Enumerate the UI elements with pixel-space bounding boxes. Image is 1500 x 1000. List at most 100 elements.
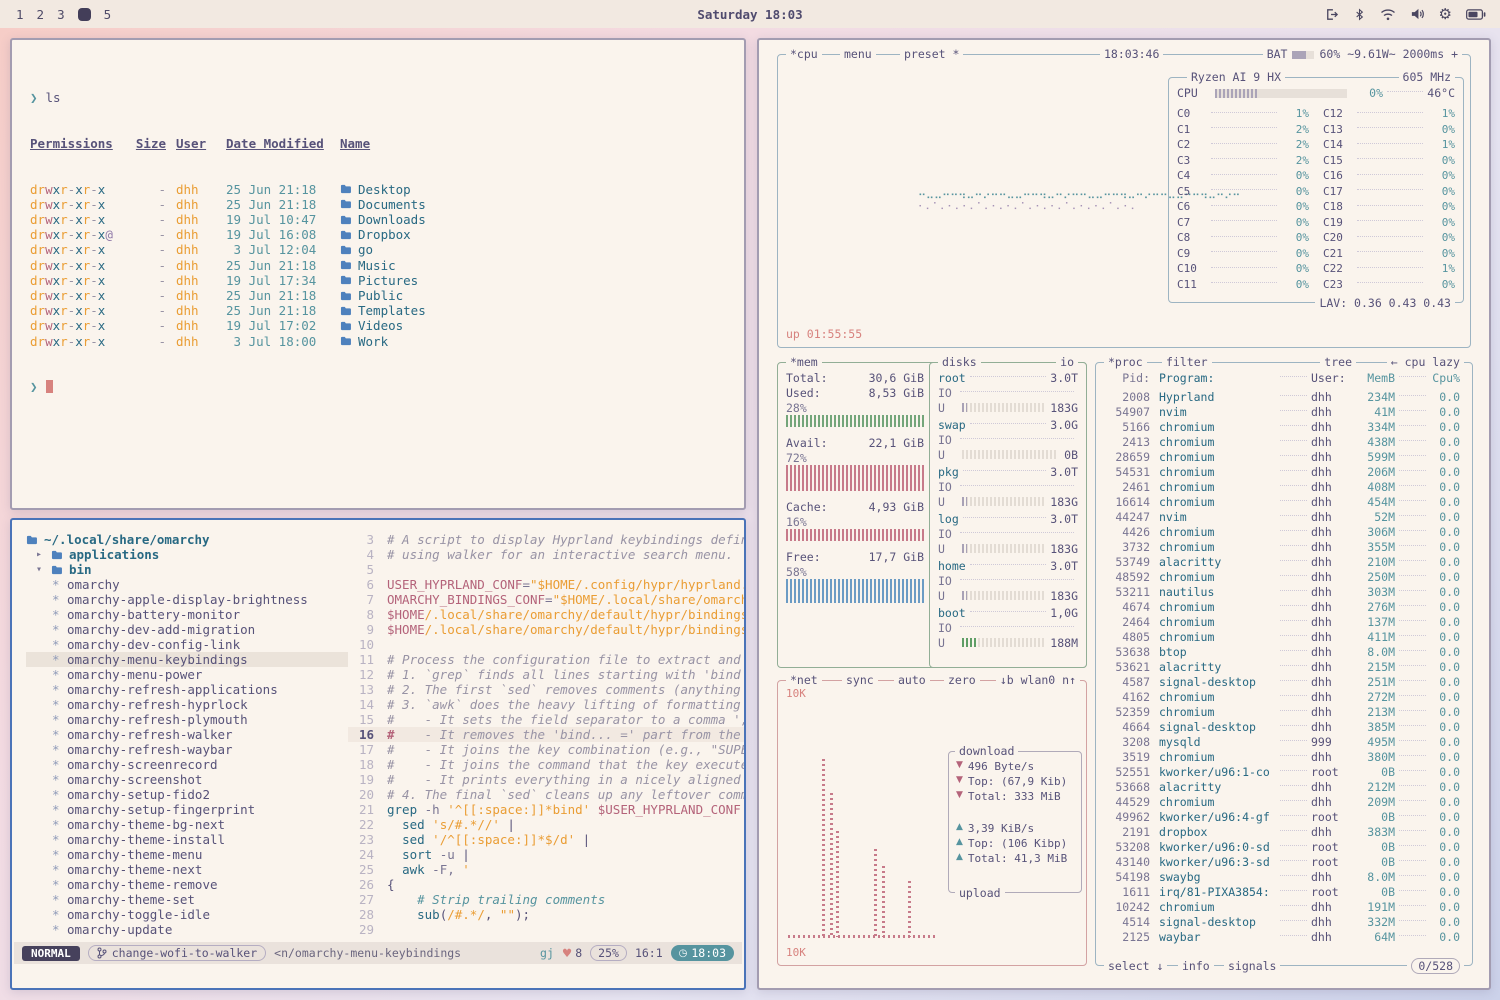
process-row[interactable]: 54198swaybgdhh8.0M0.0 [1104,869,1460,884]
process-row[interactable]: 3519chromiumdhh380M0.0 [1104,749,1460,764]
process-row[interactable]: 4426chromiumdhh306M0.0 [1104,524,1460,539]
network-interface[interactable]: ↓b wlan0 n↑ [996,673,1080,687]
process-row[interactable]: 43140kworker/u96:3-sdroot0B0.0 [1104,854,1460,869]
tab-menu[interactable]: menu [840,47,876,61]
tree-item-omarchy-theme-next[interactable]: *omarchy-theme-next [26,862,348,877]
button-signals[interactable]: signals [1224,959,1280,973]
tab-mem[interactable]: *mem [786,355,822,369]
process-row[interactable]: 49962kworker/u96:4-gfroot0B0.0 [1104,809,1460,824]
process-row[interactable]: 52359chromiumdhh213M0.0 [1104,704,1460,719]
tab-disks[interactable]: disks [938,355,981,369]
tab-proc[interactable]: *proc [1104,355,1147,369]
tree-item-omarchy-battery-monitor[interactable]: *omarchy-battery-monitor [26,607,348,622]
tree-item-omarchy-theme-remove[interactable]: *omarchy-theme-remove [26,877,348,892]
tree-item-omarchy-theme-set[interactable]: *omarchy-theme-set [26,892,348,907]
process-row[interactable]: 5166chromiumdhh334M0.0 [1104,419,1460,434]
tree-item-omarchy[interactable]: *omarchy [26,577,348,592]
tab-net[interactable]: *net [786,673,822,687]
tree-item-omarchy-dev-config-link[interactable]: *omarchy-dev-config-link [26,637,348,652]
process-row[interactable]: 53211nautilusdhh303M0.0 [1104,584,1460,599]
tree-item-applications[interactable]: ▸applications [26,547,348,562]
process-row[interactable]: 2008Hyprlanddhh234M0.0 [1104,389,1460,404]
tree-item-omarchy-screenrecord[interactable]: *omarchy-screenrecord [26,757,348,772]
btop-window[interactable]: *cpu menu preset * 18:03:46 BAT60% ~9.61… [757,38,1491,990]
tree-item-omarchy-menu-keybindings[interactable]: *omarchy-menu-keybindings [26,652,348,667]
tree-item-omarchy-update[interactable]: *omarchy-update [26,922,348,937]
upload-arrow-icon: ▲ [956,837,963,852]
process-row[interactable]: 4664signal-desktopdhh385M0.0 [1104,719,1460,734]
process-row[interactable]: 52551kworker/u96:1-coroot0B0.0 [1104,764,1460,779]
chevron-right-icon: ▸ [36,547,45,562]
process-row[interactable]: 2461chromiumdhh408M0.0 [1104,479,1460,494]
process-row[interactable]: 54531chromiumdhh206M0.0 [1104,464,1460,479]
tree-item-omarchy-refresh-applications[interactable]: *omarchy-refresh-applications [26,682,348,697]
process-row[interactable]: 2413chromiumdhh438M0.0 [1104,434,1460,449]
tab-zero[interactable]: zero [944,673,980,687]
tree-item-omarchy-dev-add-migration[interactable]: *omarchy-dev-add-migration [26,622,348,637]
cpu-core-C13: C130% [1323,122,1455,138]
process-row[interactable]: 10242chromiumdhh191M0.0 [1104,899,1460,914]
code-editor-panel[interactable]: 3# A script to display Hyprland keybindi… [348,520,744,940]
process-row[interactable]: 4805chromiumdhh411M0.0 [1104,629,1460,644]
tree-item-omarchy-theme-install[interactable]: *omarchy-theme-install [26,832,348,847]
tree-item-omarchy-toggle-idle[interactable]: *omarchy-toggle-idle [26,907,348,922]
terminal-window[interactable]: ❯ ls Permissions Size User Date Modified… [10,38,746,510]
tree-item-omarchy-setup-fido2[interactable]: *omarchy-setup-fido2 [26,787,348,802]
process-row[interactable]: 16614chromiumdhh454M0.0 [1104,494,1460,509]
tab-auto[interactable]: auto [894,673,930,687]
process-row[interactable]: 48592chromiumdhh250M0.0 [1104,569,1460,584]
process-row[interactable]: 53638btopdhh8.0M0.0 [1104,644,1460,659]
tab-io[interactable]: io [1056,355,1078,369]
process-row[interactable]: 53621alacrittydhh215M0.0 [1104,659,1460,674]
tree-item-omarchy-menu-power[interactable]: *omarchy-menu-power [26,667,348,682]
tab-sync[interactable]: sync [842,673,878,687]
tree-item-omarchy-refresh-waybar[interactable]: *omarchy-refresh-waybar [26,742,348,757]
neovim-window[interactable]: ~/.local/share/omarchy ▸applications▾bin… [10,518,746,990]
tab-tree[interactable]: tree [1320,355,1356,369]
process-row[interactable]: 53668alacrittydhh212M0.0 [1104,779,1460,794]
process-row[interactable]: 44247nvimdhh52M0.0 [1104,509,1460,524]
process-row[interactable]: 54907nvimdhh41M0.0 [1104,404,1460,419]
code-line-21: 21grep -h '^[[:space:]]*bind' $USER_HYPR… [348,802,744,817]
tree-item-omarchy-refresh-plymouth[interactable]: *omarchy-refresh-plymouth [26,712,348,727]
tree-item-omarchy-screenshot[interactable]: *omarchy-screenshot [26,772,348,787]
process-row[interactable]: 1611irq/81-PIXA3854:root0B0.0 [1104,884,1460,899]
tree-item-omarchy-theme-menu[interactable]: *omarchy-theme-menu [26,847,348,862]
button-select[interactable]: select ↓ [1104,959,1167,973]
desktop-folder-icon [340,184,352,194]
process-row[interactable]: 3208mysqld999495M0.0 [1104,734,1460,749]
code-line-7: 7OMARCHY_BINDINGS_CONF="$HOME/.local/sha… [348,592,744,607]
tree-item-omarchy-refresh-walker[interactable]: *omarchy-refresh-walker [26,727,348,742]
net-graph-column [908,881,911,937]
tab-cpu-lazy[interactable]: ← cpu lazy [1387,355,1464,369]
process-row[interactable]: 4514signal-desktopdhh332M0.0 [1104,914,1460,929]
tree-item-omarchy-setup-fingerprint[interactable]: *omarchy-setup-fingerprint [26,802,348,817]
process-row[interactable]: 2191dropboxdhh383M0.0 [1104,824,1460,839]
tree-item-omarchy-apple-display-brightness[interactable]: *omarchy-apple-display-brightness [26,592,348,607]
process-row[interactable]: 4674chromiumdhh276M0.0 [1104,599,1460,614]
file-name: Videos [340,318,744,333]
tree-item-omarchy-refresh-hyprlock[interactable]: *omarchy-refresh-hyprlock [26,697,348,712]
tab-filter[interactable]: filter [1162,355,1212,369]
process-row[interactable]: 44529chromiumdhh209M0.0 [1104,794,1460,809]
tab-preset[interactable]: preset * [900,47,963,61]
tree-item-omarchy-theme-bg-next[interactable]: *omarchy-theme-bg-next [26,817,348,832]
process-row[interactable]: 4162chromiumdhh272M0.0 [1104,689,1460,704]
terminal-prompt-line[interactable]: ❯ [30,379,744,394]
button-info[interactable]: info [1178,959,1214,973]
tree-item-bin[interactable]: ▾bin [26,562,348,577]
script-file-icon: * [52,802,61,817]
mem-percent: 28% [786,401,924,415]
tab-cpu[interactable]: *cpu [786,47,822,61]
process-row[interactable]: 53749alacrittydhh210M0.0 [1104,554,1460,569]
process-row[interactable]: 53208kworker/u96:0-sdroot0B0.0 [1104,839,1460,854]
file-row: drwxr-xr-x-dhh19 Jul 17:02Videos [30,318,744,333]
process-row[interactable]: 2125waybardhh64M0.0 [1104,929,1460,944]
cpu-core-C8: C80% [1177,230,1309,246]
process-row[interactable]: 2464chromiumdhh137M0.0 [1104,614,1460,629]
process-row[interactable]: 28659chromiumdhh599M0.0 [1104,449,1460,464]
tree-root[interactable]: ~/.local/share/omarchy [26,532,348,547]
process-row[interactable]: 4587signal-desktopdhh251M0.0 [1104,674,1460,689]
process-row[interactable]: 3732chromiumdhh355M0.0 [1104,539,1460,554]
file-name: Downloads [340,212,744,227]
